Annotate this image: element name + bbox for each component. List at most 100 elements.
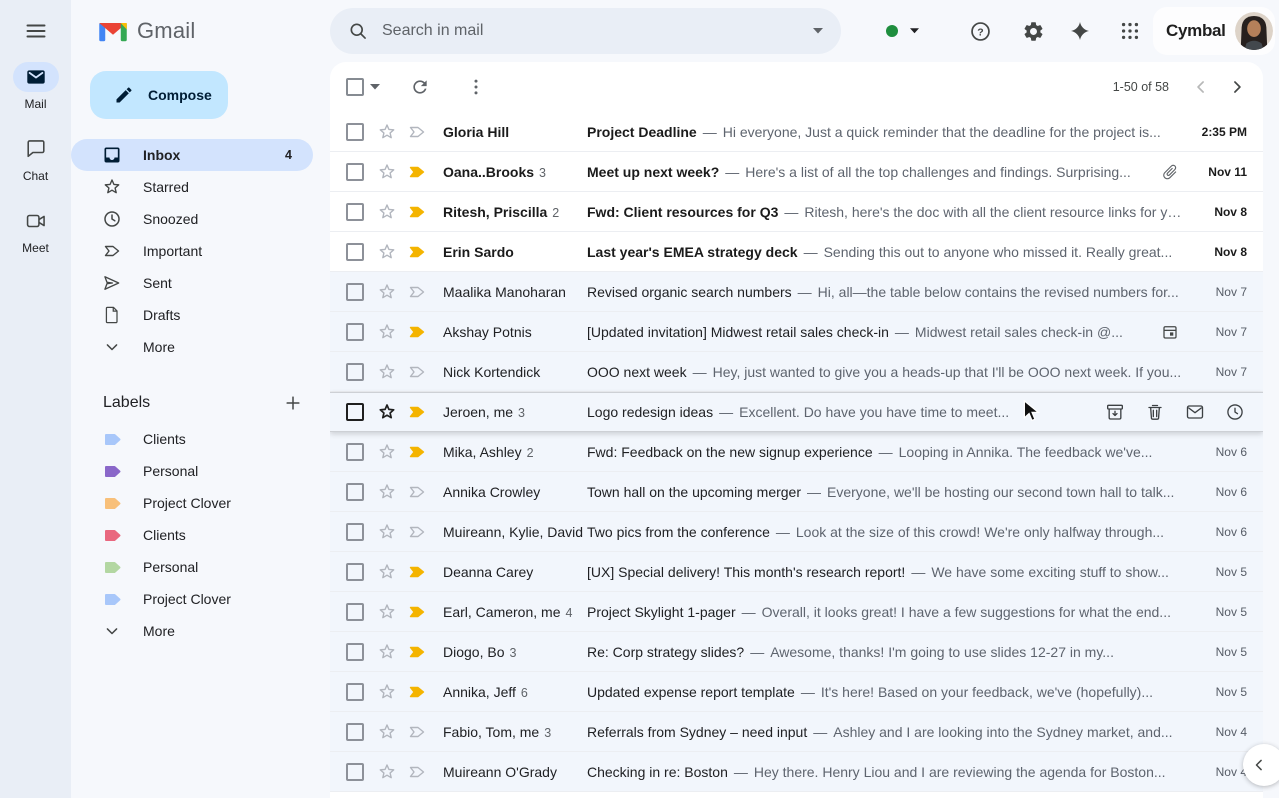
importance-marker-icon[interactable] (407, 282, 427, 302)
star-icon[interactable] (377, 602, 397, 622)
star-icon[interactable] (377, 562, 397, 582)
select-all-checkbox[interactable] (346, 78, 364, 96)
side-panel-collapse-button[interactable] (1243, 744, 1279, 786)
importance-marker-icon[interactable] (407, 122, 427, 142)
sidebar-item-snoozed[interactable]: Snoozed (71, 203, 313, 235)
email-row[interactable]: Oana..Brooks 3 Meet up next week? — Here… (330, 152, 1263, 192)
email-row[interactable]: Nick Kortendick OOO next week — Hey, jus… (330, 352, 1263, 392)
star-icon[interactable] (377, 722, 397, 742)
importance-marker-icon[interactable] (407, 562, 427, 582)
importance-marker-icon[interactable] (407, 202, 427, 222)
select-checkbox[interactable] (346, 123, 364, 141)
email-row[interactable]: Ritesh, Priscilla 2 Fwd: Client resource… (330, 192, 1263, 232)
sidebar-item-sent[interactable]: Sent (71, 267, 313, 299)
select-checkbox[interactable] (346, 563, 364, 581)
star-icon[interactable] (377, 362, 397, 382)
delete-icon[interactable] (1145, 402, 1165, 422)
importance-marker-icon[interactable] (407, 682, 427, 702)
importance-marker-icon[interactable] (407, 162, 427, 182)
email-row[interactable]: Fabio, Tom, me 3 Referrals from Sydney –… (330, 712, 1263, 752)
select-checkbox[interactable] (346, 483, 364, 501)
select-checkbox[interactable] (346, 763, 364, 781)
label-item[interactable]: Clients (71, 423, 313, 455)
sidebar-item-drafts[interactable]: Drafts (71, 299, 313, 331)
star-icon[interactable] (377, 762, 397, 782)
select-checkbox[interactable] (346, 203, 364, 221)
select-checkbox[interactable] (346, 643, 364, 661)
email-row[interactable]: Muireann O'Grady Checking in re: Boston … (330, 752, 1263, 792)
label-item[interactable]: Project Clover (71, 487, 313, 519)
rail-item-mail[interactable]: Mail (13, 62, 59, 111)
star-icon[interactable] (377, 482, 397, 502)
star-icon[interactable] (377, 242, 397, 262)
sidebar-item-more[interactable]: More (71, 331, 313, 363)
star-icon[interactable] (377, 202, 397, 222)
compose-button[interactable]: Compose (90, 71, 228, 119)
older-page-button[interactable] (1219, 69, 1255, 105)
add-label-button[interactable] (283, 393, 303, 413)
email-row[interactable]: Diogo, Bo 3 Re: Corp strategy slides? — … (330, 632, 1263, 672)
search-options-caret-icon[interactable] (813, 28, 823, 34)
rail-item-meet[interactable]: Meet (13, 206, 59, 255)
search-bar[interactable] (330, 8, 841, 54)
email-row[interactable]: Maalika Manoharan Revised organic search… (330, 272, 1263, 312)
star-icon[interactable] (377, 642, 397, 662)
email-row[interactable]: Muireann, Kylie, David Two pics from the… (330, 512, 1263, 552)
importance-marker-icon[interactable] (407, 362, 427, 382)
availability-status[interactable] (886, 11, 919, 51)
select-checkbox[interactable] (346, 283, 364, 301)
email-row[interactable]: Annika, Jeff 6 Updated expense report te… (330, 672, 1263, 712)
importance-marker-icon[interactable] (407, 522, 427, 542)
main-menu-button[interactable] (0, 0, 71, 62)
apps-button[interactable] (1110, 11, 1150, 51)
star-icon[interactable] (377, 322, 397, 342)
search-input[interactable] (382, 22, 799, 40)
importance-marker-icon[interactable] (407, 602, 427, 622)
avatar[interactable] (1235, 12, 1273, 50)
email-row[interactable]: Gloria Hill Project Deadline — Hi everyo… (330, 112, 1263, 152)
importance-marker-icon[interactable] (407, 762, 427, 782)
labels-more[interactable]: More (71, 615, 313, 647)
label-item[interactable]: Personal (71, 455, 313, 487)
importance-marker-icon[interactable] (407, 482, 427, 502)
more-options-button[interactable] (460, 71, 492, 103)
help-button[interactable]: ? (960, 11, 1000, 51)
star-icon[interactable] (377, 522, 397, 542)
select-checkbox[interactable] (346, 723, 364, 741)
select-checkbox[interactable] (346, 403, 364, 421)
email-row[interactable]: Mika, Ashley 2 Fwd: Feedback on the new … (330, 432, 1263, 472)
settings-button[interactable] (1013, 11, 1053, 51)
importance-marker-icon[interactable] (407, 322, 427, 342)
sidebar-item-important[interactable]: Important (71, 235, 313, 267)
sidebar-item-inbox[interactable]: Inbox 4 (71, 139, 313, 171)
star-icon[interactable] (377, 282, 397, 302)
importance-marker-icon[interactable] (407, 402, 427, 422)
importance-marker-icon[interactable] (407, 442, 427, 462)
select-checkbox[interactable] (346, 323, 364, 341)
refresh-button[interactable] (404, 71, 436, 103)
star-icon[interactable] (377, 442, 397, 462)
select-checkbox[interactable] (346, 243, 364, 261)
label-item[interactable]: Personal (71, 551, 313, 583)
importance-marker-icon[interactable] (407, 242, 427, 262)
newer-page-button[interactable] (1183, 69, 1219, 105)
importance-marker-icon[interactable] (407, 642, 427, 662)
select-checkbox[interactable] (346, 163, 364, 181)
star-icon[interactable] (377, 682, 397, 702)
email-row[interactable]: Erin Sardo Last year's EMEA strategy dec… (330, 232, 1263, 272)
snooze-icon[interactable] (1225, 402, 1245, 422)
email-row[interactable]: Akshay Potnis [Updated invitation] Midwe… (330, 312, 1263, 352)
label-item[interactable]: Clients (71, 519, 313, 551)
label-item[interactable]: Project Clover (71, 583, 313, 615)
star-icon[interactable] (377, 162, 397, 182)
select-checkbox[interactable] (346, 363, 364, 381)
email-row[interactable]: Annika Crowley Town hall on the upcoming… (330, 472, 1263, 512)
sidebar-item-starred[interactable]: Starred (71, 171, 313, 203)
email-row[interactable]: Deanna Carey [UX] Special delivery! This… (330, 552, 1263, 592)
star-icon[interactable] (377, 122, 397, 142)
select-checkbox[interactable] (346, 443, 364, 461)
mark-read-icon[interactable] (1185, 402, 1205, 422)
select-caret-icon[interactable] (370, 84, 380, 90)
email-row[interactable]: Earl, Cameron, me 4 Project Skylight 1-p… (330, 592, 1263, 632)
importance-marker-icon[interactable] (407, 722, 427, 742)
